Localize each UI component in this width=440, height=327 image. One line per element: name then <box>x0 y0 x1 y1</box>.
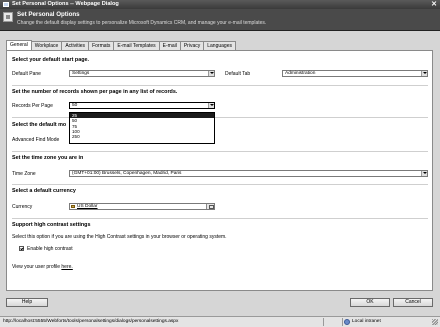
profile-text-line: View your user profile here. <box>12 264 73 270</box>
timezone-heading: Set the time zone you are in <box>12 155 84 161</box>
dialog-title: Set Personal Options <box>17 11 80 18</box>
chevron-down-icon[interactable] <box>421 171 427 176</box>
tab-languages[interactable]: Languages <box>203 41 236 50</box>
status-separator <box>342 318 343 326</box>
default-tab-select[interactable]: Administration <box>282 70 428 77</box>
currency-heading: Select a default currency <box>12 188 76 194</box>
tab-strip: General Workplace Activities Formats E-m… <box>6 40 236 50</box>
records-per-page-select[interactable]: 50 <box>69 102 215 109</box>
timezone-value: (GMT+01:00) Brussels, Copenhagen, Madrid… <box>72 171 182 176</box>
tab-workplace[interactable]: Workplace <box>30 41 63 50</box>
find-mode-heading: Select the default mo <box>12 122 67 128</box>
timezone-select[interactable]: (GMT+01:00) Brussels, Copenhagen, Madrid… <box>69 170 428 177</box>
advanced-find-mode-label: Advanced Find Mode <box>12 137 60 143</box>
tab-privacy[interactable]: Privacy <box>179 41 205 50</box>
tab-activities[interactable]: Activities <box>61 41 90 50</box>
default-pane-value: Settings <box>72 71 90 76</box>
currency-record-icon <box>71 205 75 208</box>
currency-label: Currency <box>12 204 33 210</box>
general-tab-panel: Select your default start page. Default … <box>6 50 433 291</box>
resize-grip-icon[interactable] <box>432 319 438 325</box>
dialog-description: Change the default display settings to p… <box>17 20 267 26</box>
globe-icon <box>344 319 350 325</box>
records-per-page-value: 50 <box>72 103 78 108</box>
profile-text: View your user profile <box>12 264 60 270</box>
chevron-down-icon[interactable] <box>208 103 214 108</box>
contrast-heading: Support high contrast settings <box>12 222 91 228</box>
timezone-label: Time Zone <box>12 171 36 177</box>
start-page-heading: Select your default start page. <box>12 57 89 63</box>
section-divider <box>12 151 428 152</box>
tab-email-templates[interactable]: E-mail Templates <box>113 41 160 50</box>
tab-general[interactable]: General <box>6 40 32 50</box>
chevron-down-icon[interactable] <box>421 71 427 76</box>
default-pane-select[interactable]: Settings <box>69 70 215 77</box>
section-divider <box>12 184 428 185</box>
window-title: Set Personal Options -- Webpage Dialog <box>12 1 119 7</box>
cancel-button[interactable]: Cancel <box>393 298 433 307</box>
status-separator <box>323 318 324 326</box>
high-contrast-checkbox[interactable] <box>19 246 24 251</box>
close-icon[interactable]: ✕ <box>431 0 437 9</box>
default-tab-label: Default Tab <box>225 71 251 77</box>
security-zone: Local intranet <box>352 319 381 324</box>
window-titlebar: Set Personal Options -- Webpage Dialog ✕ <box>0 0 440 9</box>
profile-link[interactable]: here. <box>61 264 72 270</box>
default-pane-label: Default Pane <box>12 71 41 77</box>
dialog-header: Set Personal Options Change the default … <box>0 9 440 31</box>
lookup-icon[interactable] <box>206 204 214 209</box>
records-per-page-label: Records Per Page <box>12 103 53 109</box>
section-divider <box>12 218 428 219</box>
currency-value-link[interactable]: US Dollar <box>77 204 98 210</box>
status-bar: http://localhost:5555/Webforts/tools/per… <box>0 316 440 327</box>
section-divider <box>12 85 428 86</box>
records-heading: Set the number of records shown per page… <box>12 89 178 95</box>
option-250[interactable]: 250 <box>70 134 214 139</box>
help-button[interactable]: Help <box>6 298 48 307</box>
tab-email[interactable]: E-mail <box>158 41 181 50</box>
ok-button[interactable]: OK <box>350 298 390 307</box>
window-app-icon <box>3 2 9 7</box>
default-tab-value: Administration <box>285 71 316 76</box>
settings-dialog-icon <box>3 12 13 22</box>
records-per-page-options: 25 50 75 100 250 <box>69 112 215 144</box>
currency-lookup[interactable]: US Dollar <box>69 203 215 210</box>
contrast-description: Select this option if you are using the … <box>12 234 227 240</box>
status-url: http://localhost:5555/Webforts/tools/per… <box>3 319 179 324</box>
high-contrast-label: Enable high contrast <box>27 246 73 252</box>
chevron-down-icon[interactable] <box>208 71 214 76</box>
tab-formats[interactable]: Formats <box>88 41 115 50</box>
